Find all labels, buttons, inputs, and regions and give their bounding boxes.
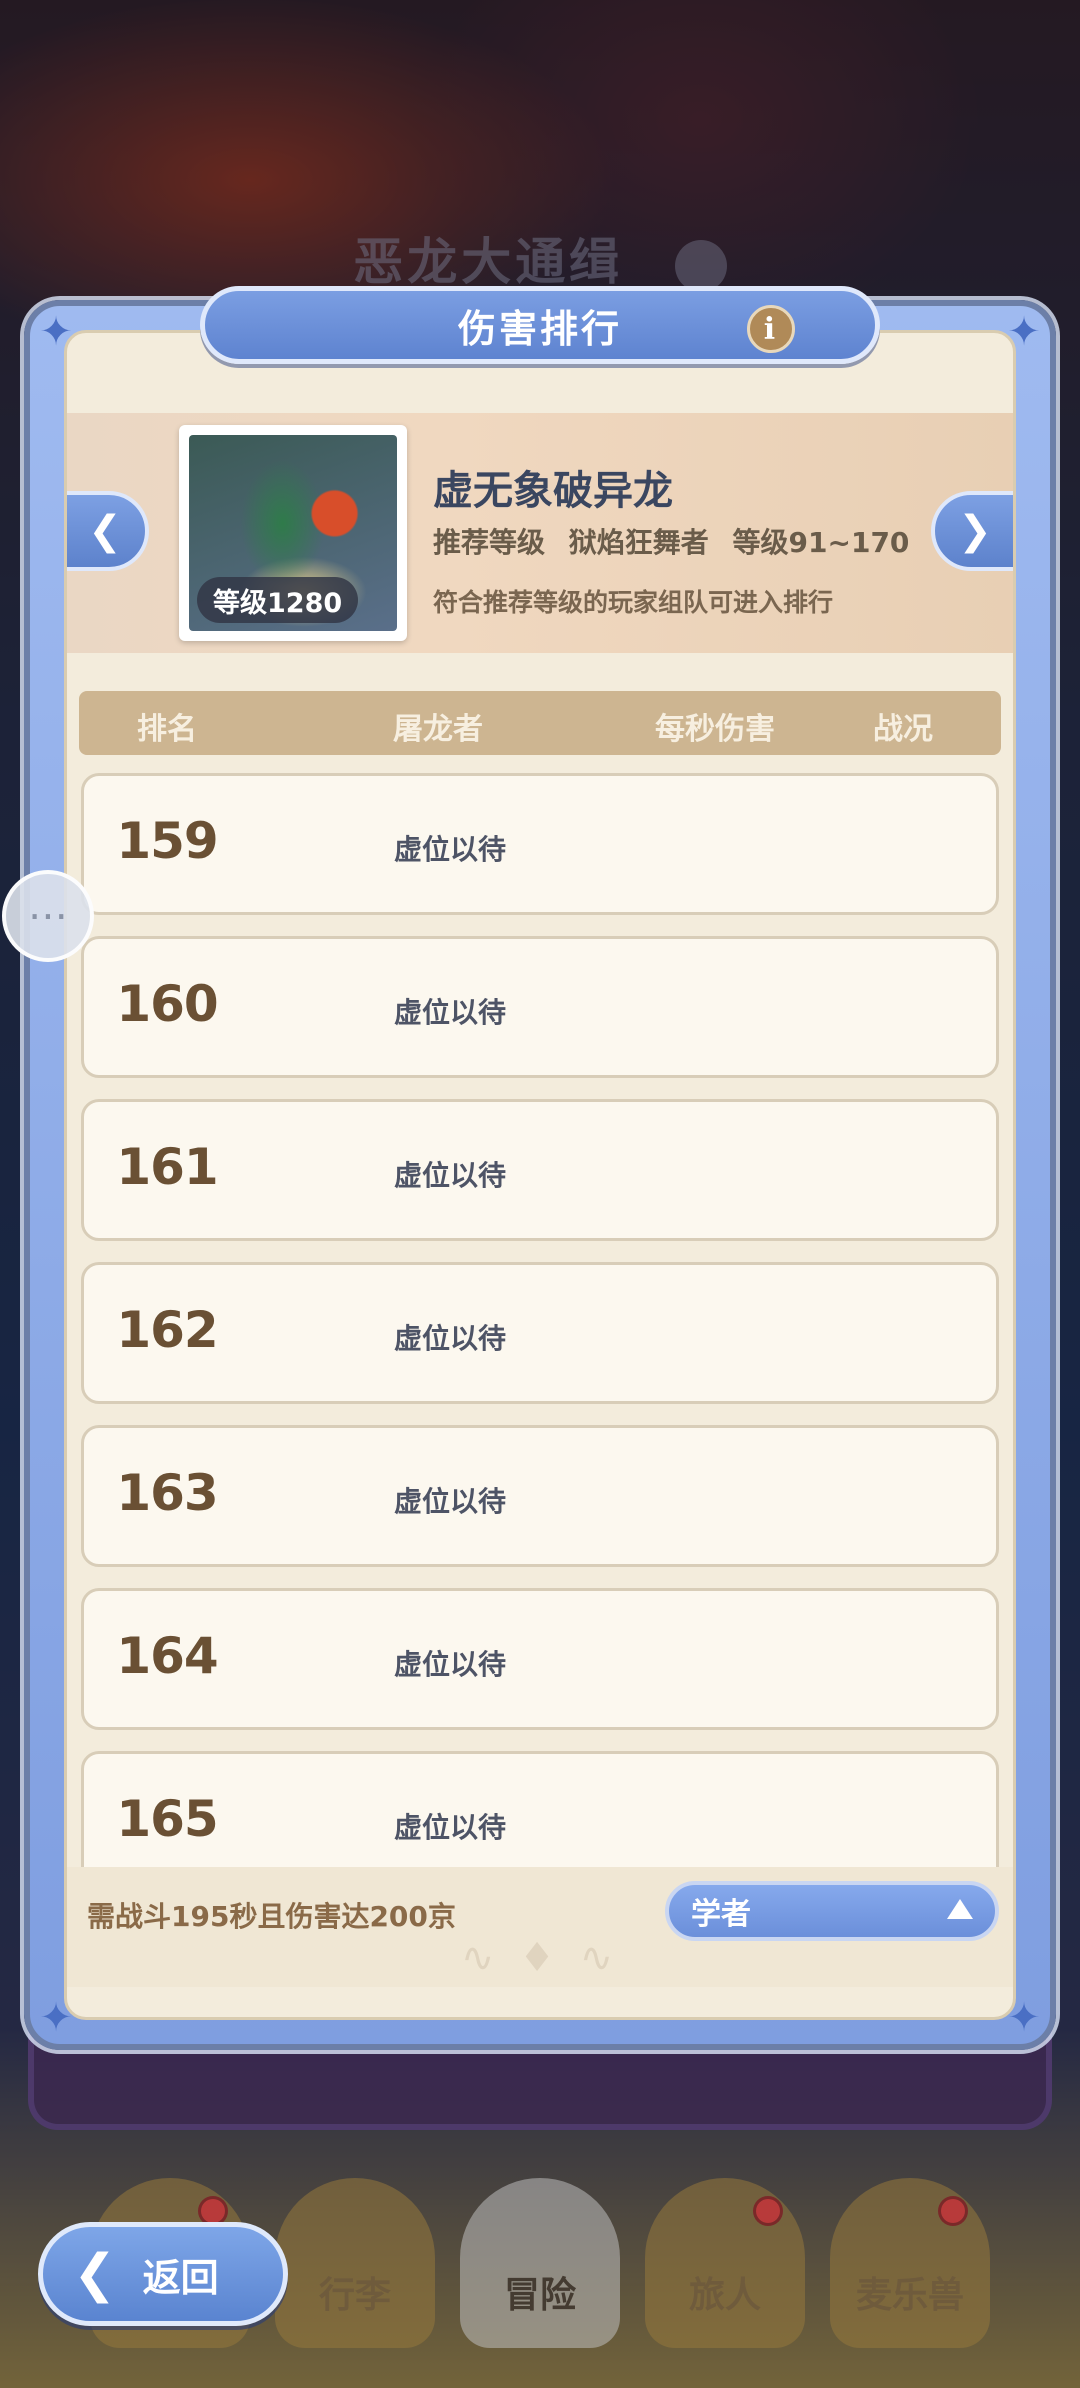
prev-dragon-button[interactable]: ❮ — [67, 491, 149, 571]
player-name: 虚位以待 — [394, 1159, 507, 1192]
table-row[interactable]: 163 虚位以待 — [81, 1425, 999, 1567]
player-name: 虚位以待 — [394, 1485, 507, 1518]
recommend-range: 等级91~170 — [732, 526, 910, 559]
chat-bubble-icon[interactable]: ⋯ — [2, 870, 94, 962]
modal-body: ❮ 等级1280 虚无象破异龙 推荐等级 狱焰狂舞者 等级91~170 符合推荐… — [64, 330, 1016, 2020]
corner-ornament-icon: ✦ — [1007, 1995, 1041, 2041]
nav-tab-travelers[interactable]: 旅人 — [645, 2178, 805, 2348]
player-name: 虚位以待 — [394, 1648, 507, 1681]
player-name: 虚位以待 — [394, 833, 507, 866]
back-arrow-icon: ❮ — [73, 2244, 117, 2304]
table-row[interactable]: 159 虚位以待 — [81, 773, 999, 915]
dragon-image: 等级1280 — [189, 435, 397, 631]
nav-tab-luggage[interactable]: 行李 — [275, 2178, 435, 2348]
table-row[interactable]: 160 虚位以待 — [81, 936, 999, 1078]
footer-ornament-icon: ∿ ♦ ∿ — [460, 1935, 620, 1981]
header-status: 战况 — [873, 712, 933, 747]
next-dragon-button[interactable]: ❯ — [931, 491, 1013, 571]
rank-number: 163 — [116, 1464, 218, 1522]
nav-tab-pets[interactable]: 麦乐兽 — [830, 2178, 990, 2348]
table-row[interactable]: 162 虚位以待 — [81, 1262, 999, 1404]
rank-number: 165 — [116, 1790, 218, 1848]
header-player: 屠龙者 — [393, 712, 483, 747]
nav-tab-label: 冒险 — [503, 2275, 576, 2316]
nav-tab-label: 旅人 — [688, 2275, 761, 2316]
recommend-label: 推荐等级 — [433, 526, 546, 559]
ranking-table-header: 排名 屠龙者 每秒伤害 战况 — [79, 691, 1001, 755]
nav-tab-label: 麦乐兽 — [855, 2275, 964, 2316]
caret-up-icon — [947, 1899, 973, 1919]
ranking-note: 符合推荐等级的玩家组队可进入排行 — [433, 588, 834, 617]
modal-title: 伤害排行 — [457, 306, 622, 351]
background-page-title: 恶龙大通缉 — [0, 222, 1080, 294]
player-name: 虚位以待 — [394, 1322, 507, 1355]
header-dps: 每秒伤害 — [655, 712, 775, 747]
modal-title-banner: 伤害排行 i — [200, 286, 880, 364]
recommend-tier: 狱焰狂舞者 — [568, 526, 709, 559]
back-button[interactable]: ❮ 返回 — [38, 2222, 288, 2326]
recommended-level: 推荐等级 狱焰狂舞者 等级91~170 — [433, 521, 909, 561]
rank-number: 159 — [116, 812, 218, 870]
info-icon[interactable]: i — [747, 305, 795, 353]
nav-tab-adventure[interactable]: 冒险 — [460, 2178, 620, 2348]
dragon-level-badge: 等级1280 — [197, 577, 359, 623]
class-filter-value: 学者 — [691, 1897, 751, 1932]
dragon-info-header: ❮ 等级1280 虚无象破异龙 推荐等级 狱焰狂舞者 等级91~170 符合推荐… — [67, 413, 1013, 653]
dragon-name: 虚无象破异龙 — [433, 468, 673, 514]
chevron-right-icon: ❯ — [958, 508, 992, 554]
player-name: 虚位以待 — [394, 996, 507, 1029]
ranking-list[interactable]: 159 虚位以待 160 虚位以待 161 虚位以待 162 虚位以待 163 … — [81, 773, 999, 1867]
back-button-label: 返回 — [142, 2255, 219, 2300]
table-row[interactable]: 161 虚位以待 — [81, 1099, 999, 1241]
notification-dot — [753, 2196, 783, 2226]
background-title-text: 恶龙大通缉 — [353, 233, 624, 291]
table-row[interactable]: 164 虚位以待 — [81, 1588, 999, 1730]
rank-number: 162 — [116, 1301, 218, 1359]
table-row[interactable]: 165 虚位以待 — [81, 1751, 999, 1867]
ranking-footer: 需战斗195秒且伤害达200京 学者 ∿ ♦ ∿ — [67, 1867, 1013, 1987]
rank-number: 160 — [116, 975, 218, 1033]
nav-tab-label: 行李 — [318, 2275, 391, 2316]
damage-ranking-modal: ✦ ✦ ✦ ✦ ❮ 等级1280 虚无象破异龙 推荐等级 狱焰狂舞者 等级91~… — [24, 300, 1056, 2050]
corner-ornament-icon: ✦ — [39, 1995, 73, 2041]
class-filter-dropdown[interactable]: 学者 — [665, 1881, 999, 1941]
ranking-requirement: 需战斗195秒且伤害达200京 — [87, 1900, 456, 1933]
notification-dot — [938, 2196, 968, 2226]
book-icon — [674, 239, 727, 292]
rank-number: 164 — [116, 1627, 218, 1685]
rank-number: 161 — [116, 1138, 218, 1196]
chevron-left-icon: ❮ — [88, 508, 122, 554]
player-name: 虚位以待 — [394, 1811, 507, 1844]
corner-ornament-icon: ✦ — [1007, 309, 1041, 355]
dragon-portrait: 等级1280 — [179, 425, 407, 641]
header-rank: 排名 — [137, 712, 197, 747]
corner-ornament-icon: ✦ — [39, 309, 73, 355]
